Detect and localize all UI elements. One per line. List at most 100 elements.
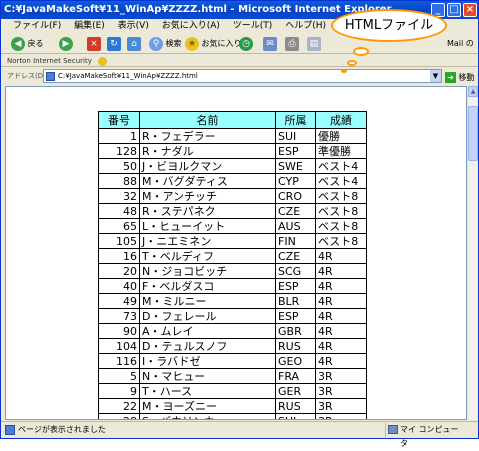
menu-view[interactable]: 表示(V) xyxy=(118,21,149,31)
table-row: 40 F・ベルダスコ ESP 4R xyxy=(98,278,367,294)
search-icon: ⚲ xyxy=(149,36,163,51)
maximize-button[interactable]: □ xyxy=(447,3,461,17)
history-button[interactable]: ◷ xyxy=(239,36,253,52)
mail-button[interactable]: ✉ xyxy=(263,36,277,52)
callout-text: HTMLファイル xyxy=(344,18,434,33)
cell-name: D・フェレール xyxy=(139,308,276,324)
scroll-thumb[interactable] xyxy=(468,106,478,161)
history-icon: ◷ xyxy=(239,36,253,51)
cell-result: 4R xyxy=(315,278,367,294)
cell-number: 116 xyxy=(98,353,140,369)
cell-affiliation: AUS xyxy=(275,218,316,234)
refresh-button[interactable]: ↻ xyxy=(107,36,121,52)
chevron-down-icon[interactable]: ▼ xyxy=(430,70,441,82)
cell-name: L・ヒューイット xyxy=(139,218,276,234)
cell-result: ベスト8 xyxy=(315,233,367,249)
cell-number: 49 xyxy=(98,293,140,309)
table-row: 20 N・ジョコビッチ SCG 4R xyxy=(98,263,367,279)
cell-affiliation: ESP xyxy=(275,143,316,159)
cell-result: 3R xyxy=(315,413,367,419)
cell-affiliation: RUS xyxy=(275,398,316,414)
refresh-icon: ↻ xyxy=(107,36,121,51)
vertical-scrollbar[interactable]: ▲ xyxy=(467,86,478,420)
cell-result: 4R xyxy=(315,293,367,309)
menu-favorites[interactable]: お気に入り(A) xyxy=(162,21,220,31)
favorites-button[interactable]: ★ お気に入り xyxy=(185,36,242,52)
table-row: 104 D・テュルスノフ RUS 4R xyxy=(98,338,367,354)
go-label: 移動 xyxy=(458,73,475,82)
mail-label: Mail の xyxy=(447,39,474,48)
cell-result: ベスト4 xyxy=(315,173,367,189)
norton-icon[interactable] xyxy=(98,56,108,66)
cell-affiliation: BLR xyxy=(275,293,316,309)
cell-affiliation: GBR xyxy=(275,323,316,339)
menu-tools[interactable]: ツール(T) xyxy=(233,21,273,31)
cell-name: M・ミルニー xyxy=(139,293,276,309)
zone-label: マイ コンピュータ xyxy=(400,425,459,448)
table-row: 90 A・ムレイ GBR 4R xyxy=(98,323,367,339)
search-label: 検索 xyxy=(165,39,182,48)
back-button[interactable]: ◀ 戻る xyxy=(11,36,44,52)
cell-number: 28 xyxy=(98,413,140,419)
cell-name: T・ベルディフ xyxy=(139,248,276,264)
cell-affiliation: ESP xyxy=(275,278,316,294)
menu-edit[interactable]: 編集(E) xyxy=(74,21,105,31)
mail-label-button[interactable]: Mail の xyxy=(447,36,474,52)
favorites-label: お気に入り xyxy=(201,39,242,48)
table-row: 49 M・ミルニー BLR 4R xyxy=(98,293,367,309)
go-arrow-icon: ➜ xyxy=(445,72,456,83)
menu-file[interactable]: ファイル(F) xyxy=(13,21,61,31)
cell-name: J・ビヨルクマン xyxy=(139,158,276,174)
cell-number: 50 xyxy=(98,158,140,174)
go-button[interactable]: ➜ 移動 xyxy=(445,69,475,86)
forward-button[interactable]: ▶ xyxy=(59,36,73,52)
table-row: 1 R・フェデラー SUI 優勝 xyxy=(98,128,367,144)
cell-result: 4R xyxy=(315,323,367,339)
close-button[interactable]: × xyxy=(463,3,477,17)
menu-help[interactable]: ヘルプ(H) xyxy=(285,21,326,31)
table-row: 50 J・ビヨルクマン SWE ベスト4 xyxy=(98,158,367,174)
home-button[interactable]: ⌂ xyxy=(127,36,141,52)
table-row: 16 T・ベルディフ CZE 4R xyxy=(98,248,367,264)
table-row: 73 D・フェレール ESP 4R xyxy=(98,308,367,324)
cell-affiliation: SCG xyxy=(275,263,316,279)
cell-name: F・ベルダスコ xyxy=(139,278,276,294)
edit-button[interactable]: ▤ xyxy=(307,36,321,52)
print-button[interactable]: ⎙ xyxy=(285,36,299,52)
page-icon: ▤ xyxy=(307,36,321,51)
cell-number: 32 xyxy=(98,188,140,204)
table-row: 105 J・ニエミネン FIN ベスト8 xyxy=(98,233,367,249)
table-row: 116 I・ラバドゼ GEO 4R xyxy=(98,353,367,369)
table-row: 65 L・ヒューイット AUS ベスト8 xyxy=(98,218,367,234)
cell-affiliation: CZE xyxy=(275,203,316,219)
scroll-up-icon[interactable]: ▲ xyxy=(468,86,478,97)
cell-name: T・ハース xyxy=(139,383,276,399)
callout-bubble-medium xyxy=(347,60,357,66)
cell-name: S・バウリンカ xyxy=(139,413,276,419)
stop-icon: × xyxy=(87,36,101,51)
search-button[interactable]: ⚲ 検索 xyxy=(149,36,182,52)
home-icon: ⌂ xyxy=(127,36,141,51)
address-value: C:¥JavaMakeSoft¥11_WinAp¥ZZZZ.html xyxy=(58,72,198,80)
security-zone: マイ コンピュータ xyxy=(385,423,465,448)
cell-affiliation: CZE xyxy=(275,248,316,264)
cell-name: R・ナダル xyxy=(139,143,276,159)
address-input[interactable]: C:¥JavaMakeSoft¥11_WinAp¥ZZZZ.html ▼ xyxy=(43,69,442,83)
table-row: 48 R・ステパネク CZE ベスト8 xyxy=(98,203,367,219)
header-name: 名前 xyxy=(139,111,276,129)
star-icon: ★ xyxy=(185,36,199,51)
cell-result: 優勝 xyxy=(315,128,367,144)
cell-number: 104 xyxy=(98,338,140,354)
header-number: 番号 xyxy=(98,111,140,129)
results-table: 番号 名前 所属 成績 1 R・フェデラー SUI 優勝 128 R・ナダル ESP 準優勝 5… xyxy=(98,111,367,419)
forward-arrow-icon: ▶ xyxy=(59,36,73,51)
cell-affiliation: SWE xyxy=(275,158,316,174)
cell-affiliation: SUI xyxy=(275,413,316,419)
address-label: アドレス(D) xyxy=(7,72,46,80)
cell-result: 4R xyxy=(315,338,367,354)
page-content: 番号 名前 所属 成績 1 R・フェデラー SUI 優勝 128 R・ナダル ESP 準優勝 5… xyxy=(5,86,467,420)
stop-button[interactable]: × xyxy=(87,36,101,52)
cell-number: 1 xyxy=(98,128,140,144)
mail-icon: ✉ xyxy=(263,36,277,51)
cell-name: R・ステパネク xyxy=(139,203,276,219)
